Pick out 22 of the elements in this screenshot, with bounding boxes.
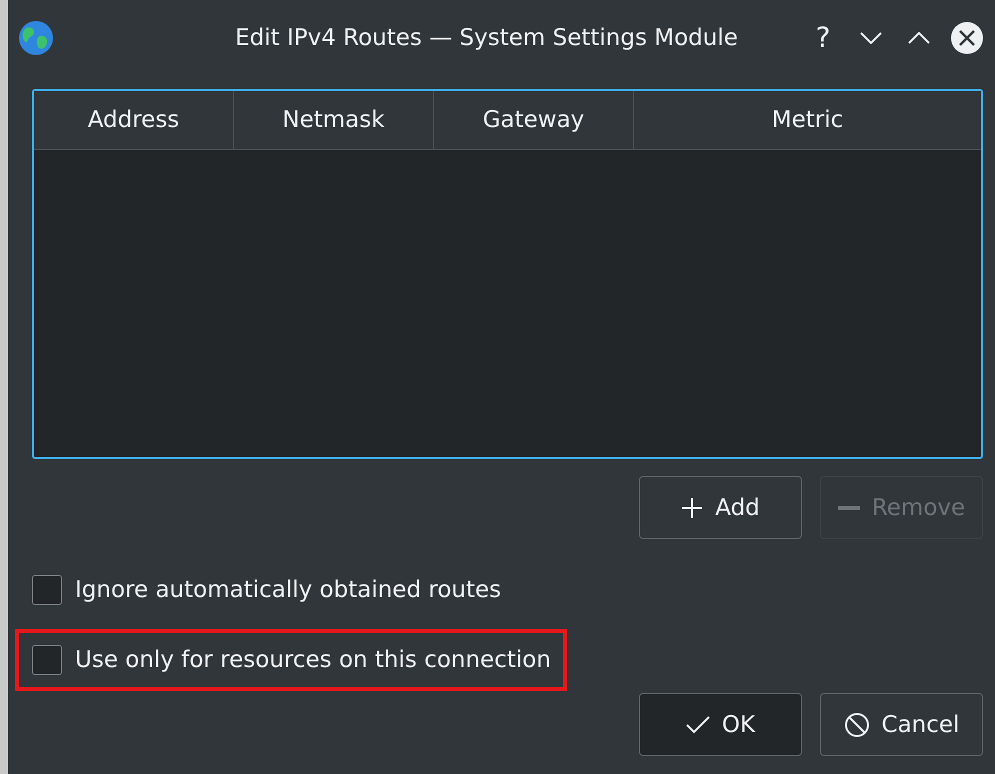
column-header[interactable]: Address <box>34 91 234 149</box>
window-title: Edit IPv4 Routes — System Settings Module <box>234 24 739 50</box>
plus-icon <box>681 496 704 518</box>
checkbox[interactable] <box>32 575 62 605</box>
cancel-button[interactable]: Cancel <box>820 693 983 756</box>
column-header[interactable]: Gateway <box>434 91 634 149</box>
close-icon <box>950 20 984 54</box>
minus-icon <box>838 506 860 510</box>
cancel-icon <box>844 712 870 738</box>
ok-button[interactable]: OK <box>639 693 802 756</box>
routes-table[interactable]: Address Netmask Gateway Metric <box>32 89 983 459</box>
checkbox[interactable] <box>32 645 62 675</box>
chevron-down-icon <box>860 32 882 44</box>
globe-icon <box>18 20 54 56</box>
help-button[interactable]: ? <box>799 18 847 58</box>
column-header[interactable]: Metric <box>634 91 981 149</box>
chevron-up-icon <box>908 32 930 44</box>
checkbox-label[interactable]: Use only for resources on this connection <box>75 647 551 673</box>
checkbox-label[interactable]: Ignore automatically obtained routes <box>75 577 502 603</box>
checkmark-icon <box>686 716 710 734</box>
add-button[interactable]: Add <box>639 476 802 539</box>
column-header[interactable]: Netmask <box>234 91 434 149</box>
